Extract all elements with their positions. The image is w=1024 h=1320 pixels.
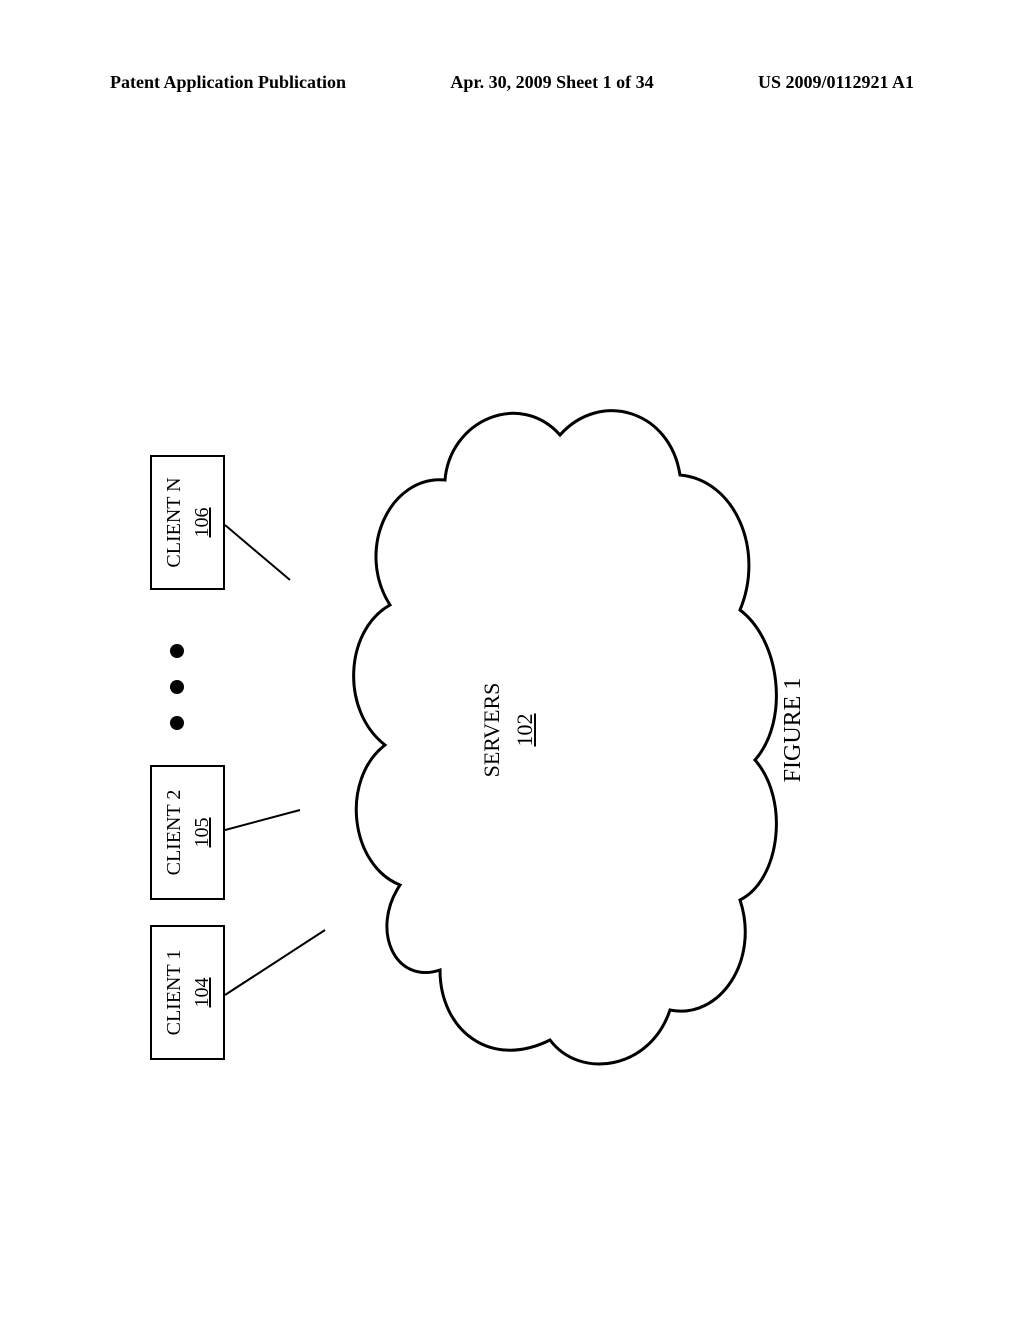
client-1-label: CLIENT 1 bbox=[160, 950, 188, 1036]
header-publication: Patent Application Publication bbox=[110, 72, 346, 93]
client-1-ref: 104 bbox=[188, 978, 216, 1008]
servers-cloud-label: SERVERS 102 bbox=[475, 390, 541, 1070]
page-header: Patent Application Publication Apr. 30, … bbox=[0, 72, 1024, 93]
client-n-ref: 106 bbox=[188, 508, 216, 538]
header-patent-number: US 2009/0112921 A1 bbox=[758, 72, 914, 93]
client-1-box: CLIENT 1 104 bbox=[150, 925, 225, 1060]
client-2-label: CLIENT 2 bbox=[160, 790, 188, 876]
client-n-box: CLIENT N 106 bbox=[150, 455, 225, 590]
figure-diagram: CLIENT 1 104 CLIENT 2 105 CLIENT N 106 bbox=[150, 300, 850, 1060]
client-2-box: CLIENT 2 105 bbox=[150, 765, 225, 900]
servers-label: SERVERS bbox=[479, 683, 504, 778]
ellipsis-icon bbox=[170, 644, 184, 730]
client-n-label: CLIENT N bbox=[160, 477, 188, 567]
header-sheet-info: Apr. 30, 2009 Sheet 1 of 34 bbox=[450, 72, 653, 93]
figure-caption: FIGURE 1 bbox=[780, 390, 807, 1070]
servers-ref: 102 bbox=[512, 714, 537, 747]
client-2-ref: 105 bbox=[188, 818, 216, 848]
